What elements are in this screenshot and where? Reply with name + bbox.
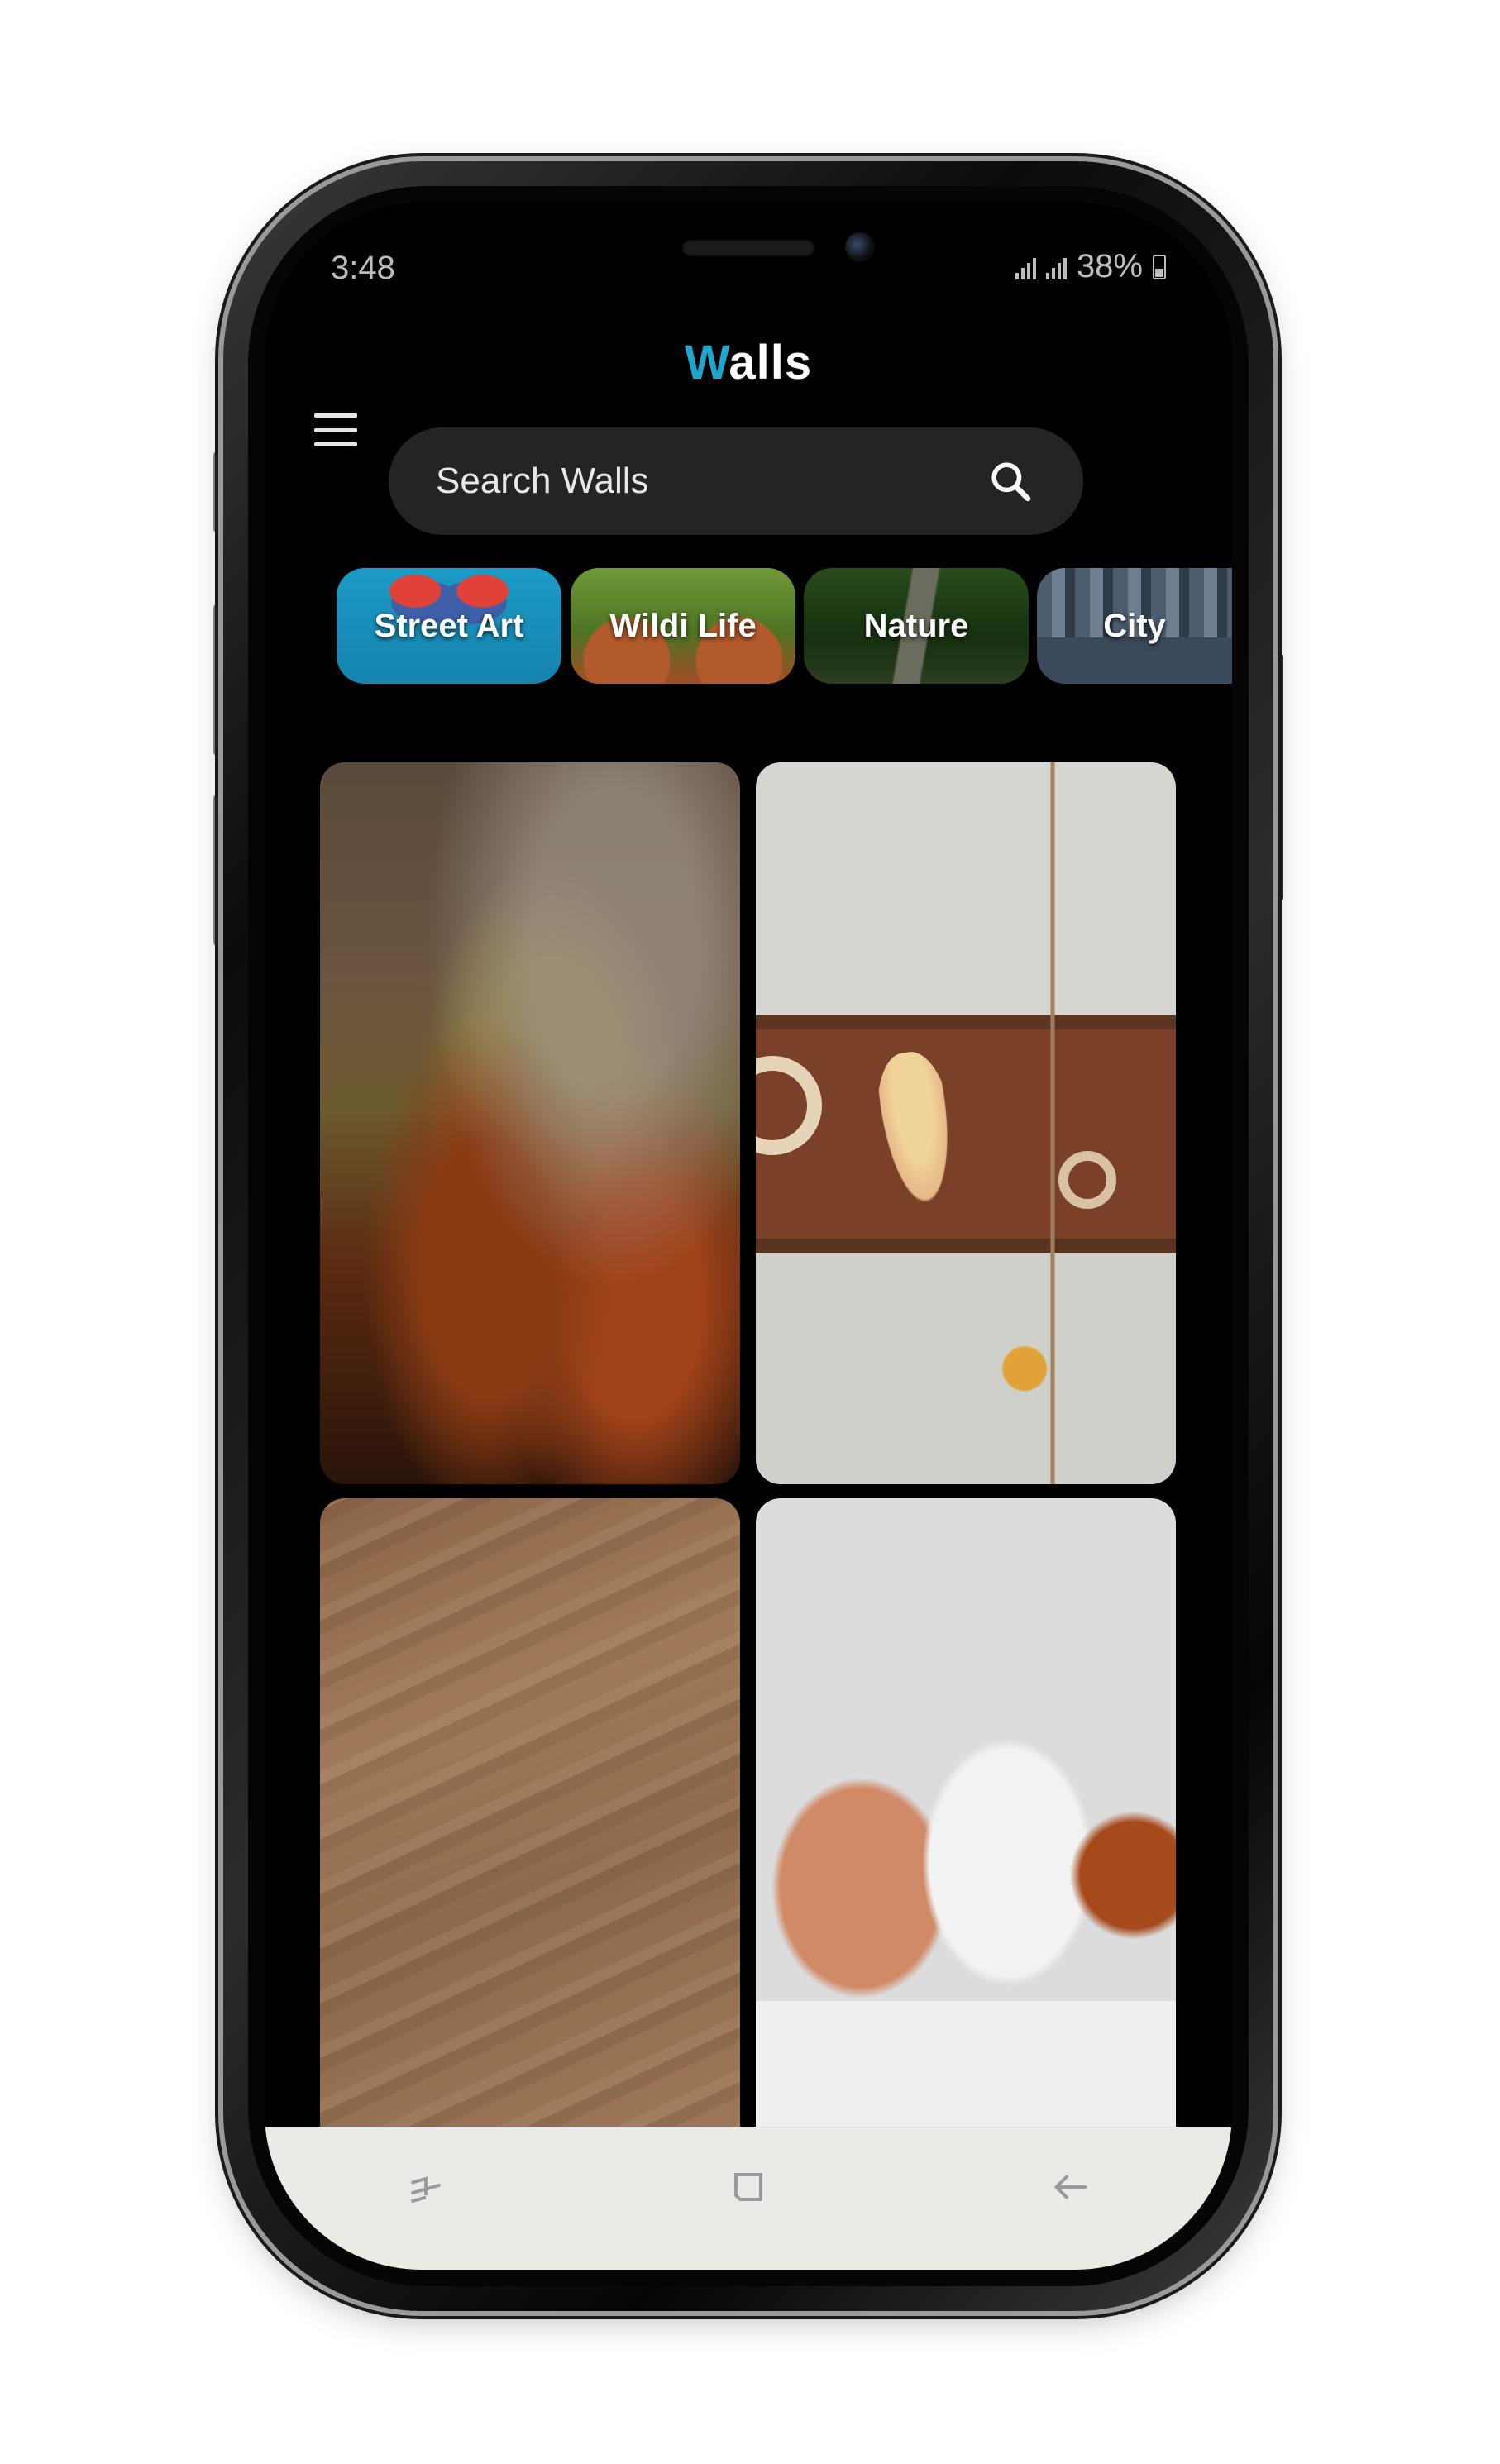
menu-icon[interactable] (314, 413, 357, 446)
wallpaper-sand-dune[interactable] (320, 1498, 740, 2127)
search-bar (389, 427, 1083, 535)
category-nature[interactable]: Nature (804, 568, 1029, 684)
wallpaper-autumn-forest[interactable] (320, 762, 740, 1484)
status-indicators: 38% (1015, 248, 1166, 285)
front-camera (845, 232, 875, 262)
app-title-rest: alls (729, 336, 813, 389)
wallpaper-curled-up-person[interactable] (756, 1498, 1176, 2127)
navigation-bar (265, 2127, 1232, 2270)
app-screen: 3:48 38% Walls Street Art Wildi Life (265, 203, 1232, 2270)
category-wildi-life[interactable]: Wildi Life (571, 568, 795, 684)
battery-percentage: 38% (1076, 248, 1143, 284)
category-city[interactable]: City (1037, 568, 1232, 684)
home-icon[interactable] (724, 2162, 773, 2212)
app-title: Walls (265, 335, 1232, 390)
tape-roll-shape (756, 1056, 822, 1155)
recents-icon[interactable] (401, 2162, 451, 2212)
earpiece (682, 240, 814, 256)
wallpaper-flower-still-life[interactable] (756, 762, 1176, 1484)
category-strip: Street Art Wildi Life Nature City (265, 568, 1232, 684)
signal-icon (1015, 255, 1036, 279)
search-icon[interactable] (987, 458, 1034, 504)
category-label: Street Art (374, 607, 524, 644)
signal-icon (1045, 255, 1067, 279)
category-label: Nature (863, 607, 969, 644)
search-input[interactable] (434, 460, 987, 503)
flower-shape (868, 1047, 966, 1222)
category-label: City (1103, 607, 1166, 644)
status-time: 3:48 (331, 250, 395, 286)
app-title-accent: W (684, 336, 729, 389)
back-icon[interactable] (1046, 2162, 1096, 2212)
battery-icon (1153, 254, 1166, 279)
category-street-art[interactable]: Street Art (337, 568, 561, 684)
tape-roll-shape (1058, 1151, 1116, 1209)
category-label: Wildi Life (609, 607, 757, 644)
